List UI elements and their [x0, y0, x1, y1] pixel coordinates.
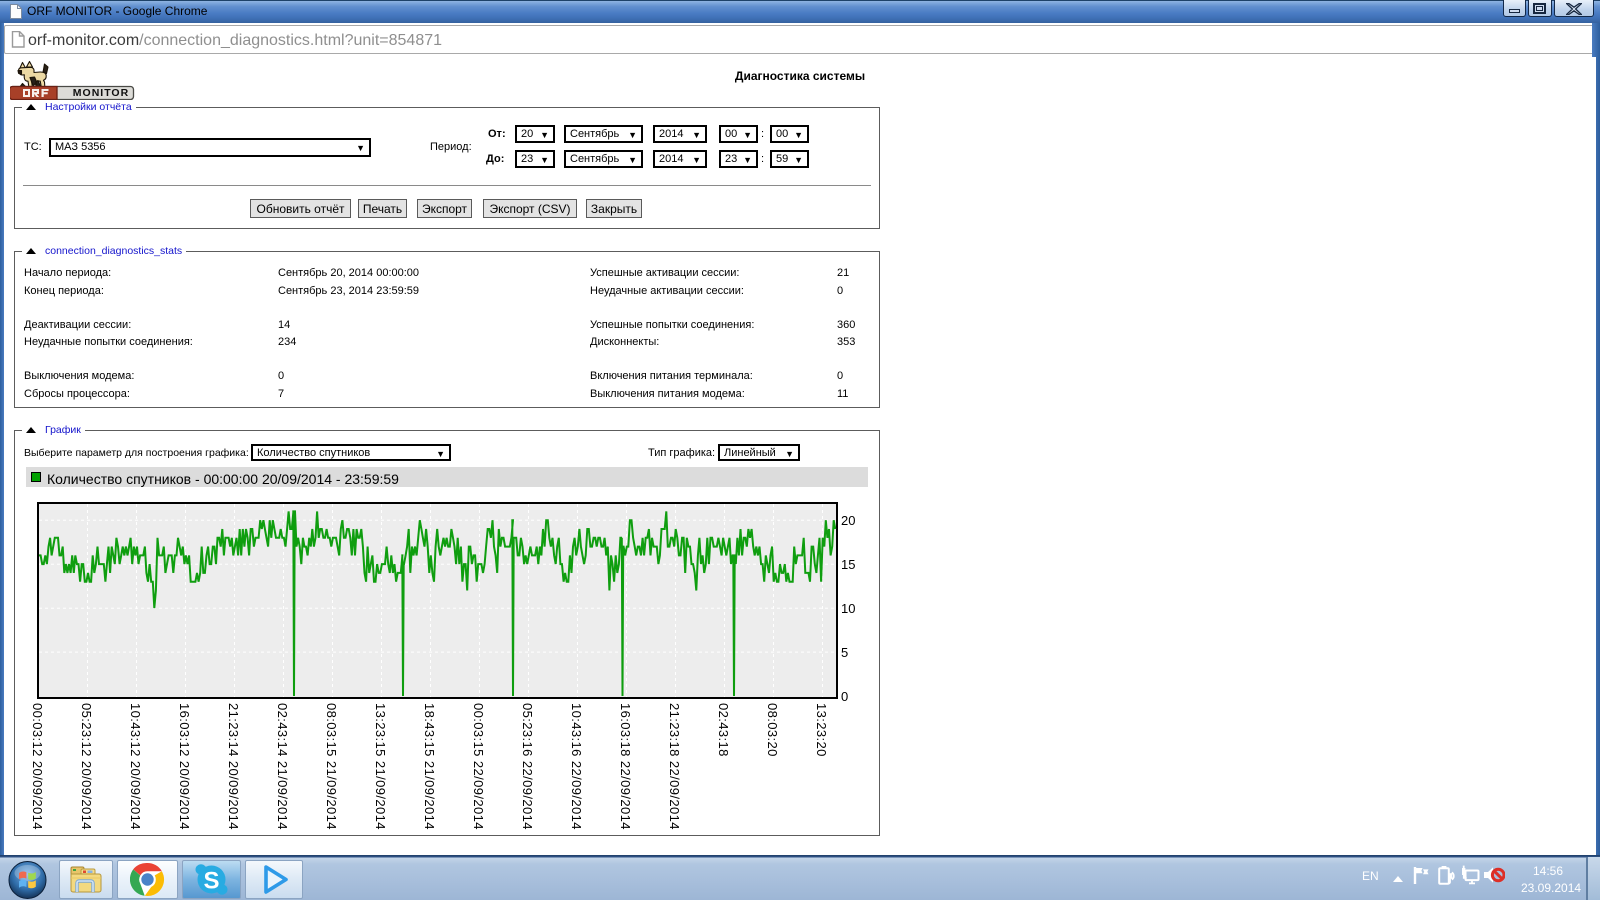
svg-text:S: S	[203, 868, 219, 895]
